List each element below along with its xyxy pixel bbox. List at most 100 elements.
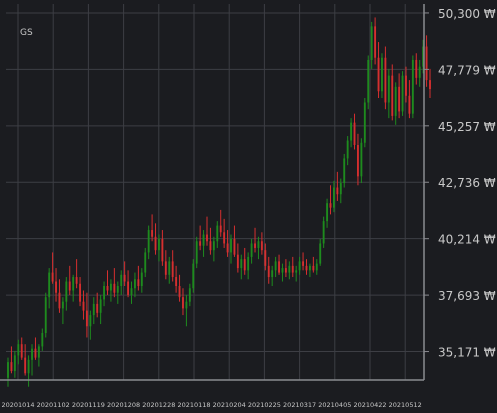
candle-body: [401, 75, 404, 112]
candle-body: [188, 288, 191, 302]
candle-up: [381, 53, 383, 98]
candle-up: [326, 198, 329, 228]
candle-up: [99, 294, 102, 325]
candle-up: [411, 55, 414, 119]
candle-up: [31, 344, 33, 376]
candle-down: [161, 230, 164, 266]
candle-down: [219, 209, 222, 237]
candle-body: [257, 241, 260, 248]
candle-body: [260, 241, 263, 251]
candle-up: [288, 261, 291, 280]
candle-down: [24, 344, 27, 376]
candle-up: [387, 68, 390, 119]
y-tick-label: 50,300 ₩: [438, 7, 496, 21]
x-tick-label: 20210512: [389, 401, 422, 409]
candle-up: [130, 281, 133, 304]
candle-body: [425, 46, 428, 81]
candle-down: [398, 73, 401, 119]
candle-body: [96, 303, 99, 313]
candle-body: [405, 75, 407, 96]
candle-down: [154, 223, 157, 255]
candle-down: [284, 259, 287, 278]
x-tick-label: 20210422: [353, 401, 386, 409]
y-tick-label: 45,257 ₩: [438, 120, 496, 134]
candle-down: [79, 277, 81, 307]
candle-up: [418, 59, 421, 87]
candle-up: [298, 256, 301, 275]
candle-up: [72, 274, 75, 302]
candle-body: [243, 259, 246, 271]
candle-body: [41, 333, 44, 347]
candle-up: [271, 265, 274, 286]
candle-up: [89, 310, 92, 340]
candle-up: [195, 236, 198, 269]
candle-body: [250, 243, 253, 257]
candle-up: [27, 355, 30, 387]
candle-body: [350, 122, 353, 141]
candle-layer: [7, 17, 431, 387]
candle-up: [247, 252, 250, 280]
candle-body: [65, 281, 68, 302]
candle-up: [343, 153, 346, 188]
candle-body: [75, 277, 78, 284]
candle-down: [113, 268, 116, 298]
candle-body: [415, 59, 418, 78]
candle-body: [295, 270, 298, 273]
candle-up: [360, 138, 363, 184]
candle-body: [302, 261, 305, 266]
candle-body: [374, 26, 377, 58]
candle-down: [233, 225, 236, 257]
candle-body: [411, 59, 414, 114]
candle-body: [226, 243, 229, 253]
candle-body: [247, 256, 250, 271]
candle-body: [315, 263, 318, 271]
candle-body: [48, 272, 51, 298]
x-tick-label: 20210225: [248, 401, 281, 409]
candle-down: [429, 68, 431, 98]
candle-up: [144, 247, 147, 278]
candle-up: [394, 82, 397, 125]
candle-body: [308, 265, 311, 271]
candle-body: [140, 272, 143, 286]
candle-up: [168, 256, 171, 284]
candle-down: [312, 256, 315, 273]
y-tick-label: 42,736 ₩: [438, 176, 496, 190]
candle-body: [158, 239, 160, 251]
candle-body: [236, 254, 239, 269]
candle-up: [185, 294, 188, 327]
candle-body: [381, 57, 383, 92]
candle-down: [10, 346, 13, 374]
candle-down: [58, 279, 61, 313]
candle-up: [133, 272, 136, 298]
candle-up: [116, 281, 119, 304]
candle-body: [127, 281, 130, 295]
x-tick-label: 20210204: [213, 401, 246, 409]
candle-up: [109, 279, 112, 302]
candle-body: [123, 274, 126, 282]
candle-down: [260, 232, 263, 255]
candle-body: [360, 142, 363, 177]
chart-title: GS: [20, 28, 33, 38]
candle-body: [209, 241, 212, 251]
candle-body: [408, 95, 411, 114]
candle-down: [236, 243, 239, 273]
candle-up: [322, 216, 325, 248]
candle-body: [109, 283, 112, 291]
candle-down: [171, 250, 174, 282]
chart-container: 35,171 ₩ 37,693 ₩ 40,214 ₩ 42,736 ₩ 45,257 ₩…: [0, 0, 497, 413]
candle-up: [202, 230, 205, 257]
candle-down: [206, 216, 208, 246]
candle-down: [384, 46, 387, 110]
candle-up: [370, 21, 373, 69]
y-tick-label: 40,214 ₩: [438, 233, 496, 247]
candle-body: [357, 145, 359, 177]
candle-body: [367, 59, 370, 103]
candle-down: [391, 64, 394, 121]
candle-up: [401, 71, 404, 116]
candle-up: [44, 292, 47, 338]
candle-body: [68, 281, 71, 291]
candle-body: [339, 183, 342, 195]
candle-body: [72, 277, 75, 291]
candle-body: [267, 265, 270, 278]
candle-body: [312, 265, 315, 271]
